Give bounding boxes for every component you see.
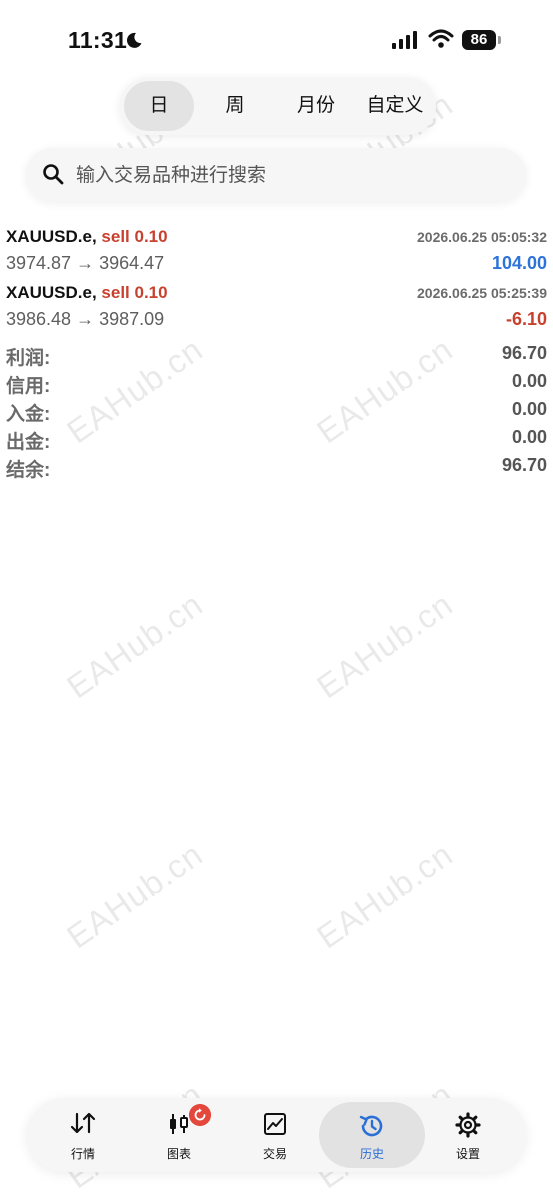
summary-value: 0.00	[511, 371, 547, 391]
summary-label: 结余:	[6, 460, 51, 481]
gear-icon	[455, 1112, 481, 1138]
summary-label: 利润:	[6, 348, 51, 369]
deal-symbol: XAUUSD.e,	[6, 227, 97, 246]
summary-label: 出金:	[6, 432, 51, 453]
status-bar: 11:31 86	[0, 0, 553, 80]
deal-symbol: XAUUSD.e,	[6, 283, 97, 302]
watermark: EAHub.cn	[60, 835, 210, 956]
watermark: EAHub.cn	[310, 585, 460, 706]
tab-bar: 行情 图表 交易 历史 设置	[27, 1098, 526, 1172]
tab-label: 交易	[262, 1147, 287, 1161]
wifi-icon	[428, 29, 454, 48]
summary-withdrawal: 出金: 0.00	[6, 427, 547, 453]
search-icon	[43, 164, 64, 185]
summary-label: 信用:	[6, 376, 51, 397]
tab-label: 图表	[166, 1147, 191, 1161]
refresh-badge-icon	[189, 1104, 211, 1126]
tab-history[interactable]: 历史	[319, 1102, 425, 1168]
summary-value: 0.00	[511, 399, 547, 419]
summary-value: 0.00	[511, 427, 547, 447]
summary-value: 96.70	[501, 455, 547, 475]
deal-profit: -6.10	[505, 309, 547, 329]
watermark: EAHub.cn	[310, 835, 460, 956]
watermark: EAHub.cn	[60, 585, 210, 706]
deal-profit: 104.00	[491, 253, 547, 273]
summary-value: 96.70	[501, 343, 547, 363]
deal-side: sell 0.10	[101, 227, 168, 246]
tab-custom[interactable]: 自定义	[360, 81, 430, 131]
search-box[interactable]	[26, 148, 526, 203]
summary-label: 入金:	[6, 404, 51, 425]
tab-chart[interactable]: 图表	[131, 1098, 227, 1172]
deal-time: 2026.06.25 05:05:32	[417, 229, 547, 245]
summary-credit: 信用: 0.00	[6, 371, 547, 397]
sort-arrows-icon	[70, 1112, 96, 1134]
tab-label: 历史	[359, 1147, 384, 1161]
deal-symbol-line: XAUUSD.e, sell 0.10	[6, 227, 168, 247]
summary-deposit: 入金: 0.00	[6, 399, 547, 425]
deal-symbol-line: XAUUSD.e, sell 0.10	[6, 283, 168, 303]
deal-side: sell 0.10	[101, 283, 168, 302]
tab-trade[interactable]: 交易	[227, 1098, 323, 1172]
summary-balance: 结余: 96.70	[6, 455, 547, 481]
search-input[interactable]	[74, 148, 518, 203]
deal-row[interactable]: XAUUSD.e, sell 0.10 2026.06.25 05:05:32 …	[6, 225, 547, 279]
battery-tip	[498, 36, 501, 44]
tab-month[interactable]: 月份	[282, 81, 350, 131]
deal-prices: 3974.87 → 3964.47	[6, 253, 165, 273]
period-tabs: 日 周 月份 自定义	[120, 77, 436, 135]
tab-day[interactable]: 日	[124, 81, 194, 131]
tab-settings[interactable]: 设置	[420, 1098, 516, 1172]
deal-time: 2026.06.25 05:25:39	[417, 285, 547, 301]
history-clock-icon	[359, 1115, 383, 1137]
summary-profit: 利润: 96.70	[6, 343, 547, 369]
tab-label: 行情	[70, 1147, 95, 1161]
deal-prices: 3986.48 → 3987.09	[6, 309, 165, 329]
moon-icon	[126, 32, 142, 48]
deal-row[interactable]: XAUUSD.e, sell 0.10 2026.06.25 05:25:39 …	[6, 281, 547, 335]
tab-quotes[interactable]: 行情	[35, 1098, 131, 1172]
signal-icon	[392, 31, 417, 49]
tab-week[interactable]: 周	[202, 81, 268, 131]
tab-label: 设置	[455, 1147, 480, 1161]
status-time: 11:31	[68, 27, 128, 53]
battery-indicator: 86	[462, 30, 496, 50]
line-chart-icon	[264, 1113, 286, 1135]
candlestick-icon	[170, 1114, 188, 1134]
